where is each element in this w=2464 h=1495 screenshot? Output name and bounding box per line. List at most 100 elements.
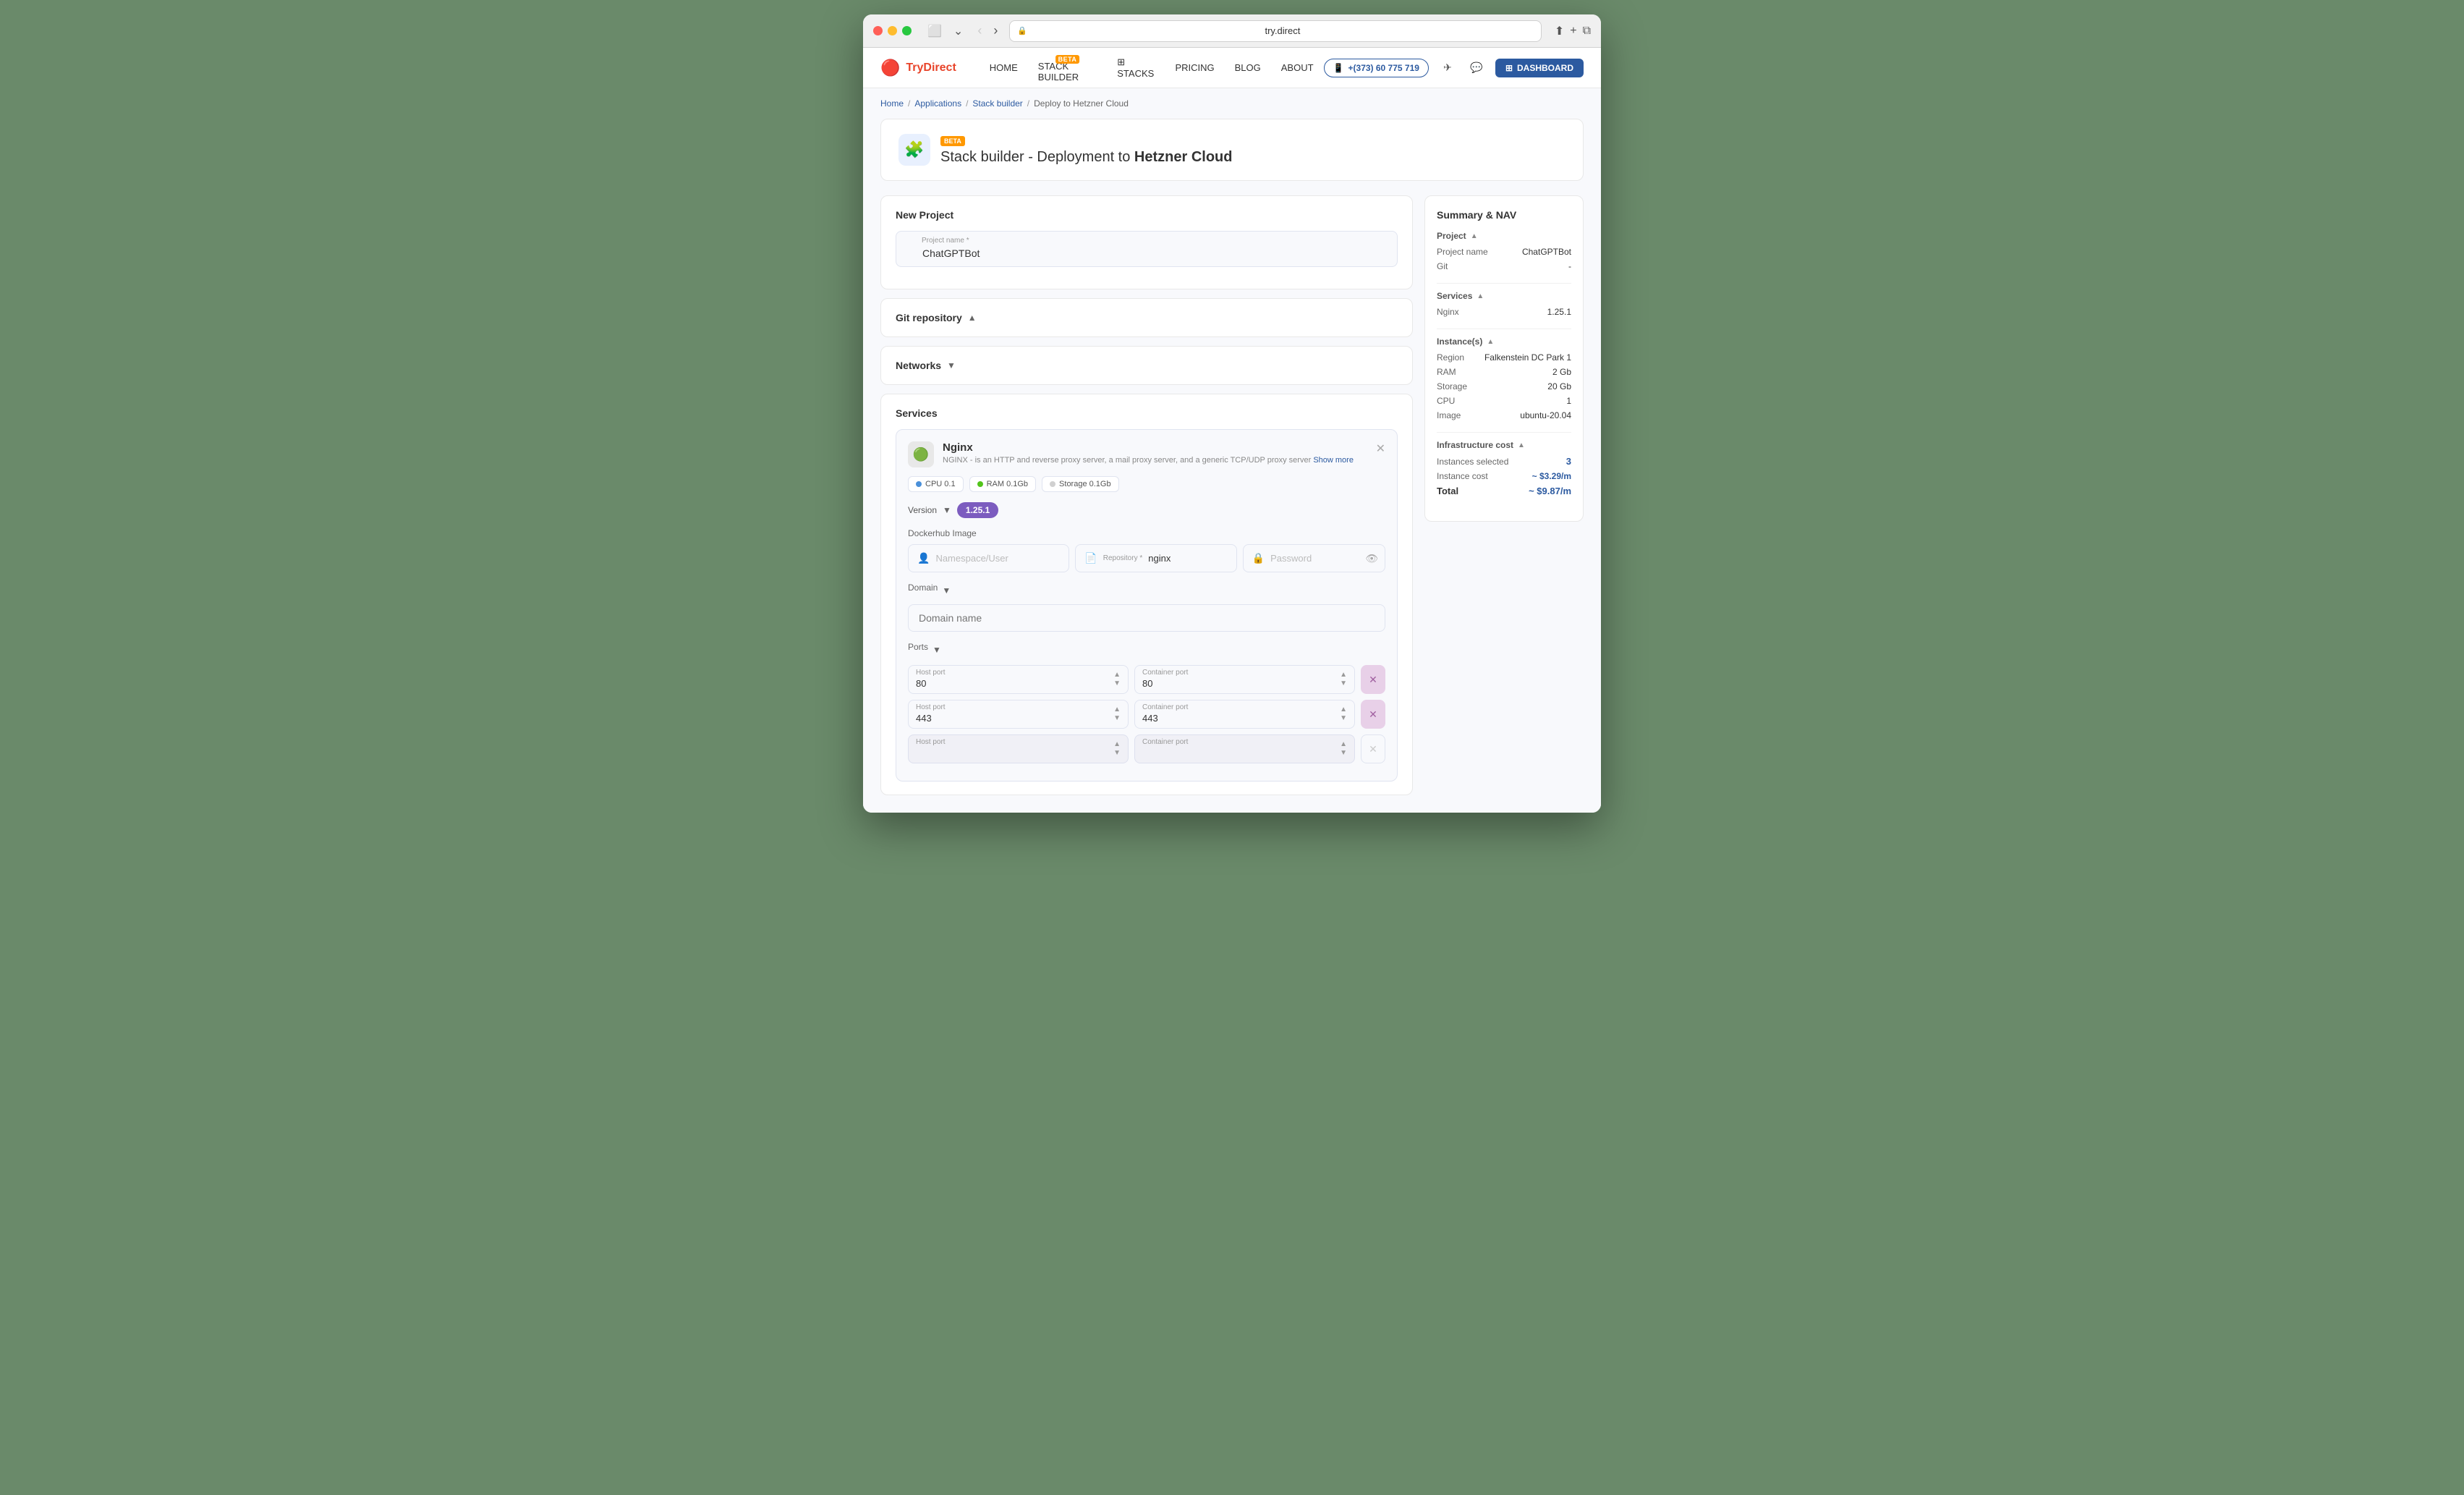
summary-project-section: Project ▲ Project name ChatGPTBot Git - (1437, 231, 1571, 271)
new-tab-button[interactable]: + (1570, 24, 1576, 38)
summary-services-header: Services ▲ (1437, 291, 1571, 301)
nginx-name: Nginx (943, 441, 1354, 454)
back-button[interactable]: ‹ (973, 22, 986, 40)
title-bar: ⬜ ⌄ ‹ › 🔒 try.direct ⬆ + ⧉ (863, 14, 1601, 48)
host-port-3-label: Host port (916, 738, 946, 746)
telegram-icon[interactable]: ✈ (1437, 58, 1458, 78)
git-repo-card: Git repository ▲ (880, 298, 1413, 337)
container-port-2-spinners: ▲ ▼ (1338, 706, 1348, 723)
host-port-1-down[interactable]: ▼ (1112, 679, 1122, 688)
breadcrumb-home[interactable]: Home (880, 98, 904, 109)
breadcrumb-sep-3: / (1027, 98, 1029, 109)
nav-home[interactable]: HOME (980, 48, 1028, 88)
networks-header[interactable]: Networks ▼ (896, 360, 1398, 371)
host-port-3-down[interactable]: ▼ (1112, 749, 1122, 758)
summary-ram-key: RAM (1437, 367, 1456, 377)
container-port-3-wrap[interactable]: Container port ▲ ▼ (1134, 734, 1355, 763)
summary-infra-header: Infrastructure cost ▲ (1437, 440, 1571, 450)
nav-stack-builder[interactable]: BETA STACK BUILDER (1028, 48, 1107, 88)
nav-about[interactable]: ABOUT (1271, 48, 1324, 88)
share-button[interactable]: ⬆ (1555, 24, 1564, 38)
password-field[interactable]: 🔒 Password (1243, 544, 1385, 572)
project-name-input[interactable] (896, 231, 1398, 267)
brand-logo[interactable]: 🔴 TryDirect (880, 59, 956, 77)
tab-overview-button[interactable]: ⌄ (951, 22, 966, 40)
forward-button[interactable]: › (989, 22, 1002, 40)
nginx-show-more[interactable]: Show more (1313, 456, 1354, 465)
instances-collapse-icon[interactable]: ▲ (1487, 338, 1494, 346)
container-port-2-value: 443 (1142, 713, 1158, 724)
summary-instances-selected-key: Instances selected (1437, 457, 1508, 467)
container-port-3-down[interactable]: ▼ (1338, 749, 1348, 758)
host-port-3-spinners: ▲ ▼ (1112, 740, 1122, 758)
ports-header[interactable]: Ports ▼ (908, 642, 1385, 658)
port-row-3-delete[interactable]: ✕ (1361, 734, 1385, 763)
page-title-highlight: Hetzner Cloud (1134, 149, 1233, 165)
breadcrumb-stack-builder[interactable]: Stack builder (972, 98, 1022, 109)
container-port-2-down[interactable]: ▼ (1338, 714, 1348, 723)
summary-nginx-row: Nginx 1.25.1 (1437, 307, 1571, 317)
namespace-input-wrap[interactable]: 👤 Namespace/User (908, 544, 1069, 572)
port-row-1-delete[interactable]: ✕ (1361, 665, 1385, 694)
container-port-3-up[interactable]: ▲ (1338, 740, 1348, 749)
nginx-close-button[interactable]: ✕ (1376, 441, 1385, 456)
fullscreen-button[interactable] (902, 26, 912, 35)
summary-git-row: Git - (1437, 261, 1571, 271)
sidebar-toggle-button[interactable]: ⬜ (925, 22, 945, 40)
dashboard-icon: ⊞ (1505, 63, 1513, 73)
browser-window: ⬜ ⌄ ‹ › 🔒 try.direct ⬆ + ⧉ 🔴 TryDirect H… (863, 14, 1601, 813)
summary-region-key: Region (1437, 352, 1464, 363)
nav-pricing[interactable]: PRICING (1165, 48, 1224, 88)
nav-blog[interactable]: BLOG (1225, 48, 1271, 88)
container-port-1-down[interactable]: ▼ (1338, 679, 1348, 688)
title-bar-actions: ⬆ + ⧉ (1555, 24, 1591, 38)
summary-cpu-val: 1 (1566, 396, 1571, 406)
minimize-button[interactable] (888, 26, 897, 35)
host-port-1-up[interactable]: ▲ (1112, 671, 1122, 679)
summary-image-key: Image (1437, 410, 1461, 420)
port-row-2-delete[interactable]: ✕ (1361, 700, 1385, 729)
host-port-2-down[interactable]: ▼ (1112, 714, 1122, 723)
container-port-2-wrap[interactable]: Container port 443 ▲ ▼ (1134, 700, 1355, 729)
namespace-placeholder: Namespace/User (935, 553, 1008, 564)
repository-input-wrap[interactable]: 📄 Repository * nginx (1075, 544, 1236, 572)
host-port-3-up[interactable]: ▲ (1112, 740, 1122, 749)
storage-dot (1050, 481, 1055, 487)
phone-number: +(373) 60 775 719 (1348, 63, 1419, 73)
summary-instances-selected-val: 3 (1566, 456, 1571, 467)
summary-ram-row: RAM 2 Gb (1437, 367, 1571, 377)
dashboard-button[interactable]: ⊞ DASHBOARD (1495, 59, 1584, 77)
address-bar[interactable]: 🔒 try.direct (1009, 20, 1541, 42)
password-eye-button[interactable]: 👁 (1365, 552, 1378, 564)
domain-input[interactable] (908, 604, 1385, 632)
infra-collapse-icon[interactable]: ▲ (1518, 441, 1525, 449)
breadcrumb-applications[interactable]: Applications (914, 98, 961, 109)
ports-label: Ports (908, 642, 928, 652)
host-port-2-up[interactable]: ▲ (1112, 706, 1122, 714)
dockerhub-label: Dockerhub Image (908, 528, 1385, 538)
container-port-1-value: 80 (1142, 678, 1152, 689)
nav-stacks[interactable]: ⊞ STACKS (1107, 48, 1165, 88)
dashboard-label: DASHBOARD (1517, 63, 1573, 73)
close-button[interactable] (873, 26, 883, 35)
two-column-layout: New Project 🤖 Project name * (863, 195, 1601, 813)
whatsapp-icon[interactable]: 💬 (1466, 58, 1487, 78)
host-port-3-wrap[interactable]: Host port ▲ ▼ (908, 734, 1129, 763)
git-repo-header[interactable]: Git repository ▲ (896, 312, 1398, 323)
container-port-2-up[interactable]: ▲ (1338, 706, 1348, 714)
port-row-3: Host port ▲ ▼ Container port ▲ (908, 734, 1385, 763)
summary-total-key: Total (1437, 486, 1458, 496)
project-collapse-icon[interactable]: ▲ (1471, 232, 1478, 240)
host-port-2-wrap[interactable]: Host port 443 ▲ ▼ (908, 700, 1129, 729)
networks-chevron: ▼ (947, 360, 956, 370)
summary-instances-title: Instance(s) ▲ (1437, 336, 1494, 347)
container-port-1-up[interactable]: ▲ (1338, 671, 1348, 679)
summary-services-section: Services ▲ Nginx 1.25.1 (1437, 291, 1571, 317)
ram-dot (977, 481, 983, 487)
host-port-1-wrap[interactable]: Host port 80 ▲ ▼ (908, 665, 1129, 694)
tabs-button[interactable]: ⧉ (1583, 24, 1591, 38)
domain-header[interactable]: Domain ▼ (908, 583, 1385, 598)
container-port-1-wrap[interactable]: Container port 80 ▲ ▼ (1134, 665, 1355, 694)
services-collapse-icon[interactable]: ▲ (1477, 292, 1484, 300)
phone-button[interactable]: 📱 +(373) 60 775 719 (1324, 59, 1429, 77)
